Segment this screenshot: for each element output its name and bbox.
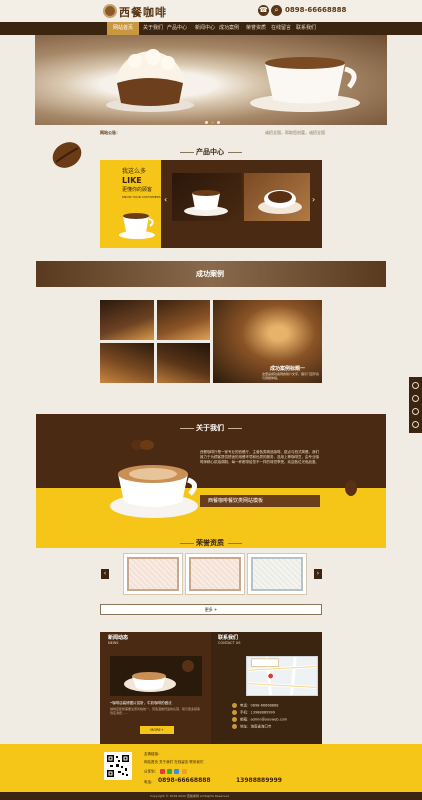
promo-english: KNOW YOUR CUSTOMERS [122,195,161,199]
contact-email: 邮箱：admin@youweb.com [232,717,287,723]
promo-like-text: LIKE [122,176,142,185]
logo-icon[interactable] [103,4,117,18]
main-nav: 网站首页 关于我们 产品中心 新闻中心 成功案例 荣誉资质 在线留言 联系我们 [0,22,422,35]
mail-icon [232,717,237,722]
certificate-image [251,557,303,591]
location-icon [232,724,237,729]
contact-mobile: 手机：13988889999 [232,710,275,716]
chevron-left-icon[interactable]: ‹ [101,569,109,579]
coffee-bean-icon [52,142,82,168]
search-icon[interactable]: ⌕ [271,5,282,16]
qzone-icon[interactable] [181,769,187,774]
qq-icon[interactable] [174,769,180,774]
about-text: 西餐咖啡厅是一家专业的西餐厅，主营各类精品咖啡、甜点与西式简餐。我们致力于为顾客… [200,450,319,464]
section-title-about: 关于我们 [196,424,224,432]
promo-subtitle: 更懂你的顾客 [122,187,153,193]
product-image-1[interactable] [172,173,242,221]
about-cta-button[interactable]: 西餐咖啡餐饮类网站模板 [200,495,320,507]
contact-mobile-text: 手机：13988889999 [240,710,275,715]
case-tile-4[interactable] [157,343,210,383]
page: 西餐咖啡 ☎ ⌕ 0898-66668888 网站首页 关于我们 产品中心 新闻… [0,0,422,800]
header: 西餐咖啡 ☎ ⌕ 0898-66668888 [0,0,422,22]
chevron-left-icon[interactable]: ‹ [164,195,167,204]
cake-image [106,49,194,112]
footer [0,744,422,792]
notice-label: 网站公告： [100,130,120,135]
coffee-cup-icon [258,190,302,214]
coffee-cup-icon [184,190,228,216]
news-image[interactable] [110,656,202,696]
slider-dot-active[interactable] [211,121,214,124]
certificate-3[interactable] [247,553,307,595]
chat-icon[interactable] [412,395,419,402]
news-summary: 咖啡店装修需要注意风格统一，营造温馨舒适的氛围，吸引更多顾客到店消费…… [110,707,201,715]
contact-address-text: 地址：海南省海口市 [240,724,272,729]
coffee-cup-image [250,57,360,112]
slider-dot[interactable] [205,121,208,124]
footer-share: 分享到： [144,769,187,775]
case-description: 这里是成功案例的简介文字，展示门店环境与用餐体验。 [262,372,320,380]
share-label: 分享到： [144,769,158,774]
contact-email-text[interactable]: 邮箱：admin@youweb.com [240,718,287,722]
section-title-cases: 成功案例 [196,270,224,278]
contact-phone: 电话：0898-66668888 [232,703,279,709]
weibo-icon[interactable] [160,769,166,774]
contact-address: 地址：海南省海口市 [232,724,272,730]
coffee-bean-icon [345,480,357,496]
about-cup-image [110,465,198,518]
footer-links[interactable]: 网站首页 关于我们 在线留言 联系我们 [144,760,203,765]
nav-item-home[interactable]: 网站首页 [107,22,139,35]
case-caption[interactable]: 成功案例标题一 [270,365,305,372]
certificate-image [189,557,241,591]
hotline-number: 0898-66668888 [285,6,347,14]
contact-phone-text: 电话：0898-66668888 [240,703,279,708]
qq-icon[interactable] [412,408,419,415]
back-to-top-icon[interactable] [412,421,419,428]
notice-bar: 网站公告： 诚招全国，帮助您创富，诚招全国 [100,129,330,137]
case-tile-1[interactable] [100,300,154,340]
slider-dot[interactable] [217,121,220,124]
hero-banner[interactable] [35,35,387,125]
phone-icon [232,703,237,708]
certificate-image [127,557,179,591]
contact-english: CONTACT US [218,641,241,645]
case-featured-image[interactable] [213,300,322,383]
chevron-right-icon[interactable]: › [314,569,322,579]
footer-tel-label: 电话： [144,780,155,784]
footer-phone: 0898-66668888 [158,777,211,784]
qr-code-icon [104,752,132,780]
certificate-2[interactable] [185,553,245,595]
phone-icon[interactable] [412,382,419,389]
news-title: 新闻动态 [108,635,129,641]
news-more-button[interactable]: MORE+ [140,726,174,734]
certificate-1[interactable] [123,553,183,595]
promo-small-text: 我这么多 [122,168,147,175]
promo-cup-image [119,213,155,239]
logo-text[interactable]: 西餐咖啡 [119,4,167,20]
section-title-products: 产品中心 [196,148,224,156]
section-title-honors: 荣誉资质 [196,539,224,547]
footer-mobile: 13988889999 [236,777,282,784]
case-tile-3[interactable] [100,343,154,383]
wechat-icon[interactable] [167,769,173,774]
product-image-2[interactable] [244,173,310,221]
contact-map[interactable] [246,656,318,696]
contact-title: 联系我们 [218,635,239,641]
more-honors-button[interactable]: 更多 + [100,604,322,615]
side-toolbar [409,377,422,433]
chevron-right-icon[interactable]: › [312,195,315,204]
copyright-text: Copyright © 2018-2020 西餐咖啡 All Rights Re… [150,794,229,798]
coffee-bean-icon [131,440,154,450]
notice-text[interactable]: 诚招全国，帮助您创富，诚招全国 [265,130,325,136]
news-english: NEWS [108,641,119,645]
mobile-icon [232,710,237,715]
nav-item-contact[interactable]: 联系我们 [290,22,322,35]
news-headline[interactable]: •咖啡店装修图片赏析，牛奶咖啡的做法 [110,701,172,706]
phone-icon: ☎ [258,5,269,16]
case-tile-2[interactable] [157,300,210,340]
friend-links-label: 友情链接： [144,752,162,756]
